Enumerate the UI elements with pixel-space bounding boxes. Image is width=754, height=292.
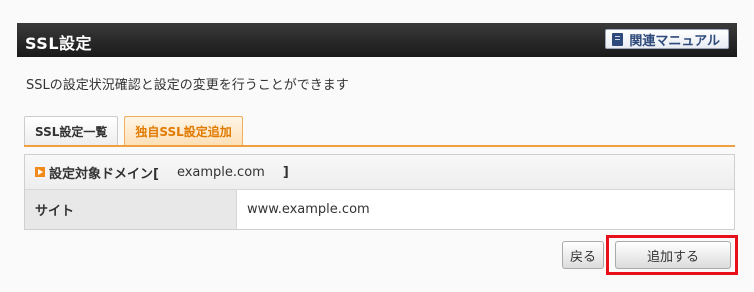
tab-ssl-list[interactable]: SSL設定一覧: [24, 116, 119, 145]
site-row: サイト www.example.com: [25, 190, 734, 229]
target-domain-label: 設定対象ドメイン[: [49, 166, 159, 182]
site-value: www.example.com: [247, 202, 370, 217]
target-domain-bracket: ]: [282, 164, 289, 180]
header-bar: SSL設定 関連マニュアル: [17, 23, 737, 57]
page-title: SSL設定: [25, 34, 93, 53]
related-manual-button[interactable]: 関連マニュアル: [605, 29, 729, 49]
book-icon: [612, 32, 624, 46]
tab-bar: SSL設定一覧 独自SSL設定追加: [24, 116, 249, 145]
arrow-right-icon: [35, 167, 45, 177]
tab-underline: [24, 145, 735, 147]
page-description: SSLの設定状況確認と設定の変更を行うことができます: [26, 78, 349, 93]
panel-header: 設定対象ドメイン[ example.com ]: [25, 155, 734, 190]
target-domain-value: example.com: [176, 164, 265, 180]
highlight-box: [606, 235, 738, 275]
related-manual-label: 関連マニュアル: [629, 33, 720, 49]
tab-add-ssl[interactable]: 独自SSL設定追加: [124, 116, 243, 145]
settings-panel: 設定対象ドメイン[ example.com ] サイト www.example.…: [24, 154, 735, 230]
back-button[interactable]: 戻る: [562, 241, 604, 269]
site-label: サイト: [25, 190, 237, 229]
